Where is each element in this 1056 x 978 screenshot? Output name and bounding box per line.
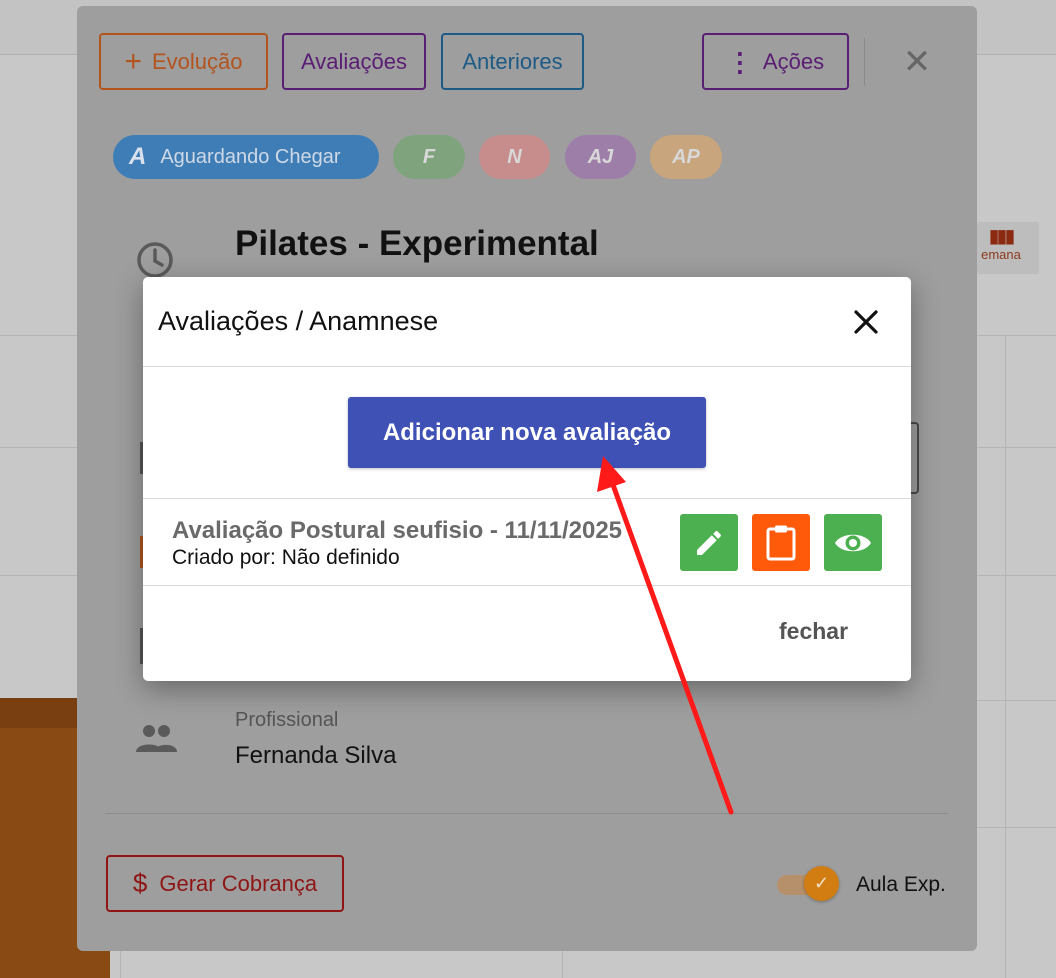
edit-icon	[697, 530, 722, 555]
avaliacoes-dialog: Avaliações / Anamnese Adicionar nova ava…	[143, 277, 911, 681]
fechar-button[interactable]: fechar	[779, 618, 848, 645]
chip-label: Aguardando Chegar	[160, 145, 341, 168]
dialog-title: Avaliações / Anamnese	[158, 306, 439, 336]
chip-letter: A	[129, 143, 147, 170]
status-chip-n[interactable]: N	[479, 135, 550, 179]
check-icon[interactable]: ✓	[804, 866, 839, 901]
plus-icon: +	[124, 44, 142, 78]
eye-icon	[835, 534, 871, 551]
avaliacoes-button[interactable]: Avaliações	[282, 33, 426, 90]
people-icon	[136, 725, 177, 752]
status-chip-f[interactable]: F	[393, 135, 465, 179]
view-evaluation-button[interactable]	[824, 514, 882, 571]
anteriores-button[interactable]: Anteriores	[441, 33, 584, 90]
close-icon[interactable]: ✕	[899, 44, 935, 80]
status-chip-aguardando[interactable]: A Aguardando Chegar	[113, 135, 379, 179]
professional-name: Fernanda Silva	[235, 742, 397, 769]
week-view-label: emana	[981, 247, 1021, 262]
status-chip-aj[interactable]: AJ	[565, 135, 636, 179]
status-chip-ap[interactable]: AP	[650, 135, 722, 179]
gerar-cobranca-label: Gerar Cobrança	[159, 870, 318, 896]
dollar-icon: $	[132, 868, 148, 898]
divider	[143, 498, 911, 499]
clock-icon	[137, 242, 173, 278]
professional-label: Profissional	[235, 709, 339, 731]
evolucao-label: Evolução	[152, 48, 243, 74]
class-title: Pilates - Experimental	[235, 224, 599, 263]
evaluation-created-by: Criado por: Não definido	[172, 546, 400, 569]
evaluation-title: Avaliação Postural seufisio - 11/11/2025	[172, 517, 623, 544]
evolucao-button[interactable]: + Evolução	[99, 33, 268, 90]
anteriores-label: Anteriores	[462, 48, 563, 74]
add-evaluation-button[interactable]: Adicionar nova avaliação	[348, 397, 706, 468]
aula-exp-label: Aula Exp.	[856, 873, 946, 896]
gerar-cobranca-button[interactable]: $ Gerar Cobrança	[106, 855, 344, 912]
clipboard-evaluation-button[interactable]	[752, 514, 810, 571]
divider	[143, 366, 911, 367]
toolbar-separator	[864, 38, 865, 86]
more-vert-icon: ⋮	[726, 46, 753, 77]
edit-evaluation-button[interactable]	[680, 514, 738, 571]
divider	[143, 585, 911, 586]
acoes-button[interactable]: ⋮ Ações	[702, 33, 849, 90]
avaliacoes-label: Avaliações	[301, 48, 407, 74]
close-icon[interactable]	[847, 303, 885, 341]
acoes-label: Ações	[762, 48, 825, 74]
clipboard-icon	[766, 525, 796, 560]
calendar-event-header	[0, 698, 80, 728]
divider	[105, 813, 948, 814]
